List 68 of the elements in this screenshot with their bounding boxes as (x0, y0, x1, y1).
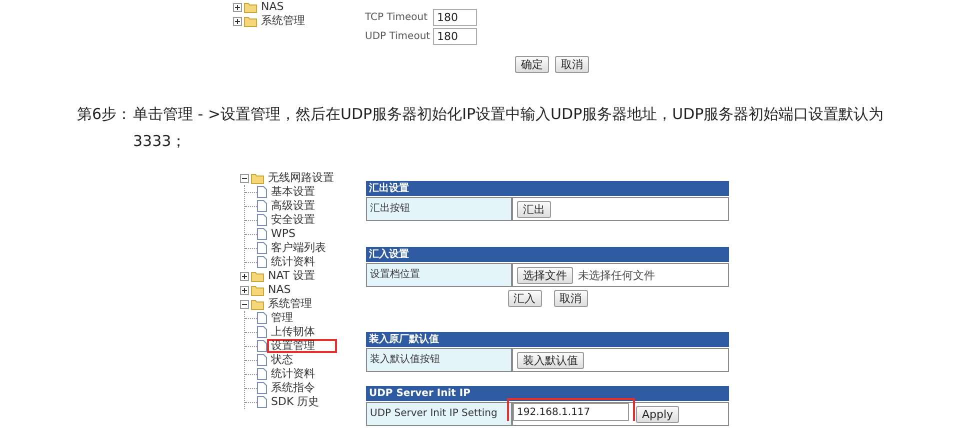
panel-header: 汇出设置 (366, 181, 729, 196)
page-icon (257, 382, 267, 394)
panel-header: 汇入设置 (366, 247, 729, 262)
page-icon (257, 326, 267, 338)
step-label: 第6步： (77, 104, 133, 125)
tree-folder[interactable]: 系统管理 (257, 14, 309, 28)
file-status: 未选择任何文件 (578, 268, 655, 282)
tree-folder[interactable]: NAT 设置 (264, 269, 320, 283)
page-icon (257, 368, 267, 380)
tree-item[interactable]: 安全设置 (267, 213, 319, 227)
tree-item[interactable]: 统计资料 (267, 367, 319, 381)
page-icon (257, 256, 267, 268)
expand-icon[interactable] (240, 286, 249, 294)
tree-item[interactable]: SDK 历史 (267, 395, 324, 409)
tree-item[interactable]: 客户端列表 (267, 241, 330, 255)
folder-icon (251, 270, 264, 282)
tree-item[interactable]: 上传韧体 (267, 325, 319, 339)
field-label: UDP Timeout (365, 31, 432, 42)
page-icon (257, 200, 267, 212)
tree-folder[interactable]: NAS (257, 0, 288, 14)
timeout-field[interactable]: 180 (433, 28, 477, 45)
field-label: TCP Timeout (365, 12, 429, 23)
tree-folder[interactable]: 系统管理 (264, 297, 316, 311)
page-icon (257, 396, 267, 408)
collapse-icon[interactable] (240, 300, 249, 308)
tree-item[interactable]: 状态 (267, 353, 297, 367)
expand-icon[interactable] (233, 2, 242, 12)
tree-folder[interactable]: 无线网路设置 (264, 171, 338, 185)
page-icon (257, 312, 267, 324)
page-icon (257, 340, 267, 352)
row-label: UDP Server Init IP Setting (367, 403, 513, 425)
collapse-icon[interactable] (240, 174, 249, 182)
page-icon (257, 242, 267, 254)
tree-item[interactable]: 统计资料 (267, 255, 319, 269)
form-button[interactable]: 确定 (515, 56, 549, 73)
page-icon (257, 354, 267, 366)
tree-folder[interactable]: NAS (264, 283, 295, 297)
tree-item[interactable]: WPS (267, 227, 300, 241)
form-button[interactable]: 取消 (555, 56, 589, 73)
panel-header: 装入原厂默认值 (366, 332, 729, 347)
folder-icon (244, 16, 257, 26)
form-button[interactable]: 汇入 (508, 290, 542, 307)
tree-item[interactable]: 设置管理 (267, 339, 337, 353)
timeout-field[interactable]: 180 (433, 9, 477, 26)
tree-item[interactable]: 系统指令 (267, 381, 319, 395)
row-label: 设置档位置 (367, 264, 513, 286)
expand-icon[interactable] (233, 16, 242, 26)
folder-icon (251, 284, 264, 296)
page-icon (257, 214, 267, 226)
expand-icon[interactable] (240, 272, 249, 280)
folder-icon (251, 172, 264, 184)
page-icon (257, 228, 267, 240)
form-button[interactable]: 取消 (554, 290, 588, 307)
panel-header: UDP Server Init IP (366, 386, 729, 401)
action-button[interactable]: 装入默认值 (517, 352, 584, 368)
row-label: 汇出按钮 (367, 198, 513, 220)
ip-field[interactable]: 192.168.1.117 (513, 403, 629, 421)
tree-item[interactable]: 高级设置 (267, 199, 319, 213)
row-label: 装入默认值按钮 (367, 349, 513, 371)
step-instruction: 单击管理 - >设置管理，然后在UDP服务器初始化IP设置中输入UDP服务器地址，UDP服务器初始端口设置默认为3333； (133, 104, 885, 152)
folder-icon (244, 2, 257, 12)
page-icon (257, 186, 267, 198)
folder-icon (251, 298, 264, 310)
tree-item[interactable]: 管理 (267, 311, 297, 325)
action-button[interactable]: 选择文件 (517, 266, 573, 284)
action-button[interactable]: Apply (636, 406, 680, 422)
tree-item[interactable]: 基本设置 (267, 185, 319, 199)
action-button[interactable]: 汇出 (517, 200, 551, 218)
